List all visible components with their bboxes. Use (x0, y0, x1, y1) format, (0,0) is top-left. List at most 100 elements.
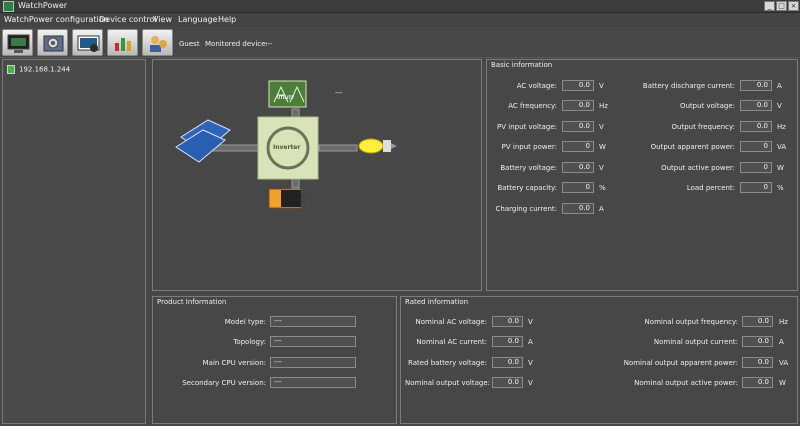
device-address: 192.168.1.244 (19, 65, 71, 74)
window-title: WatchPower (18, 1, 68, 10)
output-apparent-power-value: 0 (740, 141, 772, 152)
ac-frequency-value: 0.0 (562, 100, 594, 111)
inverter-label: Inverter (273, 144, 301, 151)
charging-current-label: Charging current: (495, 205, 557, 213)
basic-information-panel: Basic information AC voltage: 0.0 V AC f… (486, 59, 798, 291)
device-icon (7, 65, 15, 74)
rated-battery-voltage-unit: V (528, 359, 533, 367)
nominal-ac-voltage-value: 0.0 (492, 316, 523, 327)
menu-language[interactable]: Language (178, 15, 217, 24)
menu-device-control[interactable]: Device control (99, 15, 157, 24)
pv-input-power-unit: W (599, 143, 606, 151)
monitored-device-value: --- (265, 40, 273, 48)
nominal-output-apparent-power-value: 0.0 (742, 357, 773, 368)
title-bar: WatchPower _ □ × (0, 0, 800, 13)
product-title: Product Information (157, 298, 227, 306)
ac-frequency-unit: Hz (599, 102, 608, 110)
maximize-button[interactable]: □ (776, 1, 787, 11)
basic-title: Basic information (491, 61, 553, 69)
nominal-output-active-power-label: Nominal output active power: (634, 379, 738, 387)
nominal-ac-voltage-unit: V (528, 318, 533, 326)
nominal-output-frequency-label: Nominal output frequency: (644, 318, 738, 326)
menu-bar: WatchPower configuration Device control … (0, 13, 800, 27)
nominal-output-apparent-power-unit: VA (779, 359, 789, 367)
output-frequency-value: 0.0 (740, 121, 772, 132)
device-tree: 192.168.1.244 (2, 59, 146, 424)
device-control-button[interactable] (72, 29, 103, 56)
energy-flow-diagram: UTILITY --- Inverter (152, 59, 482, 291)
nominal-output-voltage-unit: V (528, 379, 533, 387)
nominal-ac-current-unit: A (528, 338, 533, 346)
model-type-label: Model type: (224, 318, 266, 326)
output-voltage-value: 0.0 (740, 100, 772, 111)
chart-icon (115, 38, 131, 51)
pv-panel-icon (175, 119, 231, 163)
rated-battery-voltage-value: 0.0 (492, 357, 523, 368)
battery-voltage-label: Battery voltage: (500, 164, 557, 172)
configuration-button[interactable] (37, 29, 68, 56)
rated-title: Rated information (405, 298, 469, 306)
battery-voltage-value: 0.0 (562, 162, 594, 173)
output-active-power-unit: W (777, 164, 784, 172)
grid-utility-icon (268, 80, 307, 108)
nominal-output-frequency-unit: Hz (779, 318, 788, 326)
model-type-value: --- (270, 316, 356, 327)
nominal-output-apparent-power-label: Nominal output apparent power: (623, 359, 738, 367)
menu-view[interactable]: View (153, 15, 172, 24)
battery-voltage-unit: V (599, 164, 604, 172)
output-voltage-label: Output voltage: (679, 102, 735, 110)
output-frequency-label: Output frequency: (671, 123, 736, 131)
ac-voltage-value: 0.0 (562, 80, 594, 91)
monitor-button[interactable] (2, 29, 33, 56)
secondary-cpu-version-value: --- (270, 377, 356, 388)
battery-capacity-unit: % (599, 184, 606, 192)
load-percent-unit: % (777, 184, 784, 192)
load-percent-label: Load percent: (686, 184, 735, 192)
nominal-ac-voltage-label: Nominal AC voltage: (415, 318, 487, 326)
monitored-device-label: Monitored device: (205, 40, 268, 48)
pv-input-voltage-label: PV input voltage: (497, 123, 557, 131)
grid-value: --- (335, 89, 343, 97)
chart-button[interactable] (107, 29, 138, 56)
device-tree-item[interactable]: 192.168.1.244 (7, 65, 70, 74)
pv-input-power-value: 0 (562, 141, 594, 152)
battery-capacity-value: 0 (562, 182, 594, 193)
battery-discharge-current-unit: A (777, 82, 782, 90)
secondary-cpu-version-label: Secondary CPU version: (182, 379, 266, 387)
output-apparent-power-label: Output apparent power: (650, 143, 735, 151)
menu-watchpower-configuration[interactable]: WatchPower configuration (4, 15, 109, 24)
output-apparent-power-unit: VA (777, 143, 787, 151)
load-bulb-icon (358, 138, 397, 154)
app-icon (3, 1, 14, 12)
user-button[interactable] (142, 29, 173, 56)
pv-input-voltage-unit: V (599, 123, 604, 131)
nominal-output-active-power-unit: W (779, 379, 786, 387)
device-control-icon (77, 35, 100, 52)
pv-input-power-label: PV input power: (501, 143, 557, 151)
energy-flow-svg (175, 80, 397, 209)
load-percent-value: 0 (740, 182, 772, 193)
main-cpu-version-value: --- (270, 357, 356, 368)
main-cpu-version-label: Main CPU version: (202, 359, 266, 367)
ac-frequency-label: AC frequency: (508, 102, 557, 110)
nominal-output-frequency-value: 0.0 (742, 316, 773, 327)
output-voltage-unit: V (777, 102, 782, 110)
minimize-button[interactable]: _ (764, 1, 775, 11)
close-button[interactable]: × (788, 1, 799, 11)
topology-label: Topology: (233, 338, 266, 346)
grid-label: UTILITY (277, 95, 295, 100)
nominal-output-current-unit: A (779, 338, 784, 346)
monitor-icon (7, 34, 30, 53)
configuration-icon (43, 35, 64, 52)
nominal-ac-current-label: Nominal AC current: (416, 338, 487, 346)
nominal-ac-current-value: 0.0 (492, 336, 523, 347)
product-information-panel: Product Information Model type: --- Topo… (152, 296, 397, 424)
menu-help[interactable]: Help (218, 15, 236, 24)
nominal-output-current-label: Nominal output current: (653, 338, 738, 346)
output-frequency-unit: Hz (777, 123, 786, 131)
ac-voltage-unit: V (599, 82, 604, 90)
battery-icon (268, 188, 305, 209)
charging-current-value: 0.0 (562, 203, 594, 214)
toolbar (0, 27, 800, 58)
battery-discharge-current-value: 0.0 (740, 80, 772, 91)
